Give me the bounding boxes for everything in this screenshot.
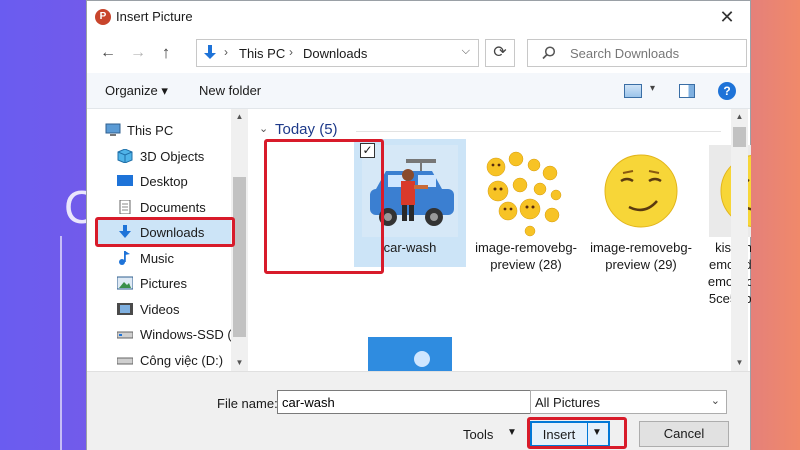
command-toolbar: Organize ▾ New folder ▾ ?: [87, 73, 750, 109]
forward-button[interactable]: →: [127, 42, 149, 64]
dialog-title: Insert Picture: [116, 9, 193, 24]
search-icon: [542, 46, 556, 60]
sidebar-item-label: Công việc (D:): [140, 353, 224, 368]
back-button[interactable]: ←: [97, 42, 119, 64]
file-name: image-removebg-preview (29): [590, 240, 692, 272]
file-type-select[interactable]: All Pictures ⌄: [530, 390, 727, 414]
sidebar-item-this-pc[interactable]: This PC: [97, 118, 231, 142]
file-view-scrollbar[interactable]: ▲ ▼: [731, 109, 748, 371]
group-divider: [356, 131, 721, 132]
file-type-value: All Pictures: [535, 395, 601, 410]
drive-icon: [117, 357, 133, 365]
preview-pane-icon[interactable]: [679, 84, 695, 98]
breadcrumb-this-pc[interactable]: This PC: [239, 46, 285, 61]
sidebar-item-label: This PC: [127, 123, 174, 138]
file-name: car-wash: [383, 240, 437, 255]
refresh-button[interactable]: ⟳: [485, 39, 515, 67]
music-icon: [119, 251, 130, 265]
insert-button[interactable]: Insert ▼: [530, 421, 610, 447]
drive-icon: [117, 331, 133, 339]
sidebar-item-windows-ssd[interactable]: Windows-SSD (C: [97, 322, 241, 346]
dialog-footer: File name: All Pictures ⌄ Tools ▼ Insert…: [87, 371, 750, 450]
title-bar: P Insert Picture ✕: [87, 1, 750, 33]
file-tile-image-removebg-preview-29[interactable]: image-removebg-preview (29): [585, 139, 697, 272]
file-name-label: File name:: [217, 396, 278, 411]
scroll-up-arrow[interactable]: ▲: [231, 109, 248, 125]
view-options-caret[interactable]: ▾: [650, 83, 655, 94]
sidebar-item-label: Documents: [140, 200, 206, 215]
emoji-collage-thumbnail: [478, 145, 574, 237]
group-label: Today (5): [275, 121, 338, 138]
sidebar-item-videos[interactable]: Videos: [97, 297, 231, 321]
car-wash-thumbnail: [362, 145, 458, 237]
chevron-down-icon[interactable]: ⌵: [462, 45, 470, 58]
insert-picture-dialog: P Insert Picture ✕ ← → ↑ › This PC › Dow…: [86, 0, 751, 450]
scroll-up-arrow[interactable]: ▲: [731, 109, 748, 125]
chevron-down-icon: ⌄: [710, 395, 720, 407]
sidebar-item-documents[interactable]: Documents: [97, 195, 231, 219]
sidebar-item-downloads[interactable]: Downloads: [97, 220, 231, 244]
tools-dropdown-icon[interactable]: ▼: [507, 427, 517, 438]
help-button[interactable]: ?: [718, 82, 736, 100]
pc-icon: [105, 123, 121, 136]
smirk-emoji-thumbnail: [593, 145, 689, 237]
sidebar-item-label: Desktop: [140, 174, 188, 189]
sidebar-item-desktop[interactable]: Desktop: [97, 169, 231, 193]
tools-button[interactable]: Tools: [463, 427, 493, 442]
download-icon: [204, 45, 216, 59]
file-tile-image-placeholder[interactable]: [354, 325, 466, 371]
desktop-icon: [117, 175, 133, 186]
chevron-down-icon[interactable]: ⌄: [259, 122, 268, 135]
image-placeholder-icon: [368, 337, 452, 371]
scrollbar-thumb[interactable]: [233, 177, 246, 337]
powerpoint-icon: P: [95, 9, 111, 25]
cancel-button[interactable]: Cancel: [639, 421, 729, 447]
file-tile-car-wash[interactable]: ✓ car-wash: [354, 139, 466, 267]
up-button[interactable]: ↑: [155, 42, 177, 64]
search-box[interactable]: [527, 39, 747, 67]
selection-checkbox[interactable]: ✓: [360, 143, 375, 158]
file-tile-image-removebg-preview-28[interactable]: image-removebg-preview (28): [470, 139, 582, 272]
cube-icon: [117, 149, 133, 163]
new-folder-button[interactable]: New folder: [199, 83, 261, 98]
navigation-pane: This PC 3D Objects Desktop Documents Dow…: [87, 109, 249, 371]
documents-icon: [119, 200, 131, 214]
change-view-icon[interactable]: [624, 84, 642, 98]
organize-label: Organize: [105, 83, 158, 98]
sidebar-item-pictures[interactable]: Pictures: [97, 271, 231, 295]
pictures-icon: [117, 276, 133, 290]
sidebar-item-label: Downloads: [140, 225, 205, 240]
navigation-bar: ← → ↑ › This PC › Downloads ⌵ ⟳: [87, 35, 750, 71]
sidebar-item-cong-viec[interactable]: Công việc (D:): [97, 348, 231, 371]
chevron-down-icon: ▾: [161, 83, 168, 98]
scroll-down-arrow[interactable]: ▼: [731, 355, 748, 371]
videos-icon: [117, 303, 133, 315]
sidebar-item-label: Music: [140, 251, 174, 266]
split-divider: [587, 423, 588, 445]
address-bar[interactable]: › This PC › Downloads ⌵: [196, 39, 479, 67]
sidebar-item-label: Pictures: [140, 276, 187, 291]
group-header-today[interactable]: ⌄ Today (5): [259, 121, 338, 138]
scroll-down-arrow[interactable]: ▼: [231, 355, 248, 371]
breadcrumb-separator[interactable]: ›: [224, 45, 228, 59]
file-view: ⌄ Today (5) ✓ car-wash image-removebg-pr…: [251, 109, 751, 371]
breadcrumb-separator[interactable]: ›: [289, 45, 293, 59]
scrollbar-thumb[interactable]: [733, 127, 746, 147]
organize-button[interactable]: Organize ▾: [105, 83, 168, 99]
breadcrumb-downloads[interactable]: Downloads: [303, 46, 367, 61]
file-name: image-removebg-preview (28): [475, 240, 577, 272]
close-button[interactable]: ✕: [714, 5, 740, 29]
sidebar-item-music[interactable]: Music: [97, 246, 231, 270]
insert-options-icon[interactable]: ▼: [592, 427, 602, 438]
search-input[interactable]: [570, 44, 740, 62]
sidebar-item-3d-objects[interactable]: 3D Objects: [97, 144, 231, 168]
background-divider: [60, 236, 62, 450]
sidebar-item-label: Windows-SSD (C: [140, 327, 242, 342]
download-icon: [119, 225, 131, 238]
sidebar-item-label: 3D Objects: [140, 149, 205, 164]
sidebar-item-label: Videos: [140, 302, 180, 317]
sidebar-scrollbar[interactable]: ▲ ▼: [231, 109, 248, 371]
insert-label: Insert: [542, 427, 576, 442]
